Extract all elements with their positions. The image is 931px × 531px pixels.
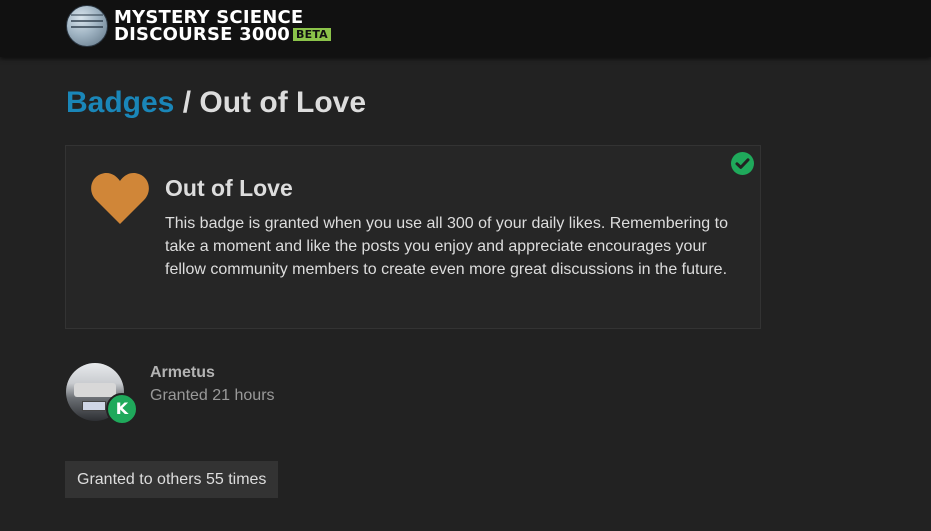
breadcrumb-separator: /	[174, 86, 200, 119]
breadcrumb-badges-link[interactable]: Badges	[66, 86, 174, 119]
site-title-line2-text: DISCOURSE 3000	[114, 24, 291, 45]
breadcrumb-current: Out of Love	[199, 86, 367, 119]
user-flair-badge: K	[106, 393, 138, 425]
globe-logo-icon	[66, 5, 108, 47]
granted-to-others-button[interactable]: Granted to others 55 times	[65, 461, 279, 498]
breadcrumb: Badges / Out of Love	[66, 86, 366, 120]
site-title: MYSTERY SCIENCE DISCOURSE 3000 BETA	[114, 9, 331, 45]
badge-name: Out of Love	[165, 175, 293, 201]
username-link[interactable]: Armetus	[150, 364, 215, 382]
badge-description: This badge is granted when you use all 3…	[165, 215, 728, 278]
user-avatar-group[interactable]: K	[66, 363, 138, 425]
site-logo[interactable]: MYSTERY SCIENCE DISCOURSE 3000 BETA	[66, 4, 331, 48]
heart-icon	[91, 172, 149, 224]
check-circle-icon	[731, 152, 754, 175]
site-title-line2: DISCOURSE 3000 BETA	[114, 24, 331, 45]
beta-badge: BETA	[293, 28, 331, 41]
granted-time: Granted 21 hours	[150, 387, 275, 404]
site-header: MYSTERY SCIENCE DISCOURSE 3000 BETA	[0, 0, 931, 57]
